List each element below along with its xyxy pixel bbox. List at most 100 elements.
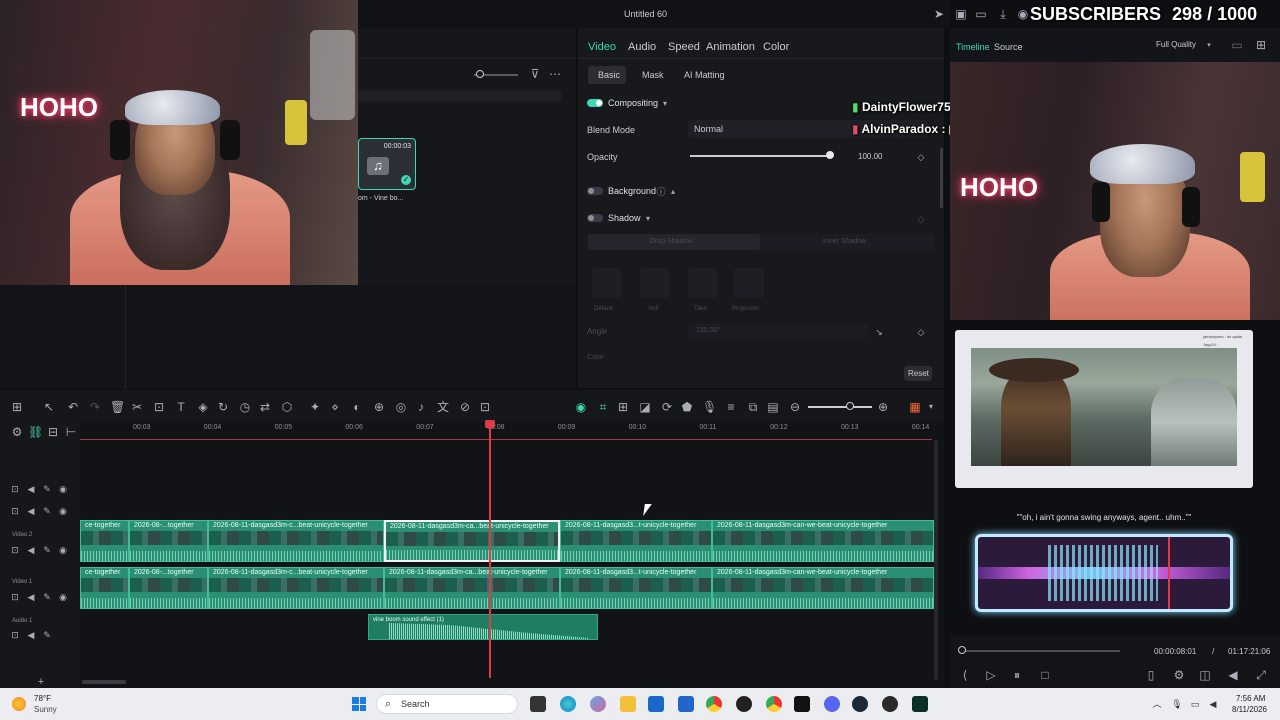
timeline-clip[interactable]: 2026-08-11-dasgasd3m-ca...beat-unicycle-…	[384, 520, 560, 562]
auto-ripple-icon[interactable]: ⟳	[660, 401, 674, 413]
playhead[interactable]	[489, 420, 491, 678]
v1-eye-icon[interactable]: ◉	[56, 591, 70, 603]
v2-lock-icon[interactable]: ⊡	[8, 544, 22, 556]
scene-detect-icon[interactable]: ⊡	[478, 401, 492, 413]
mask-tool-icon[interactable]: ◎	[394, 401, 408, 413]
a1-lock-icon[interactable]: ⊡	[8, 629, 22, 641]
angle-input[interactable]: 135.00°	[688, 324, 868, 338]
tag-icon[interactable]: ◈	[196, 401, 210, 413]
copilot-icon[interactable]	[590, 696, 606, 712]
track-link-icon[interactable]: ✎	[40, 483, 54, 495]
v2-eye-icon[interactable]: ◉	[56, 544, 70, 556]
chrome-icon[interactable]	[706, 696, 722, 712]
track-mute-icon-2[interactable]: ◀	[24, 505, 38, 517]
add-track-icon[interactable]: ⊞	[616, 401, 630, 413]
tab-video[interactable]: Video	[588, 41, 616, 53]
mic-tray-icon[interactable]: 🎙	[1170, 698, 1184, 710]
file-explorer-icon[interactable]	[620, 696, 636, 712]
shadow-keyframe-icon[interactable]: ◇	[914, 213, 928, 225]
timeline-clip[interactable]: 2026-08-11-dasgasd3m-can-we-beat-unicycl…	[712, 520, 934, 562]
track-lock-icon-2[interactable]: ⊡	[8, 505, 22, 517]
opacity-value[interactable]: 100.00	[858, 152, 882, 161]
v1-mute-icon[interactable]: ◀	[24, 591, 38, 603]
timeline-clip[interactable]: 2026-08-11-dasgasd3...t-unicycle-togethe…	[560, 520, 712, 562]
v1-lock-icon[interactable]: ⊡	[8, 591, 22, 603]
tab-audio[interactable]: Audio	[628, 41, 656, 53]
add-icon[interactable]: +	[34, 676, 48, 688]
shadow-chevron-icon[interactable]: ▾	[641, 213, 655, 225]
clock-date[interactable]: 8/11/2026	[1232, 705, 1267, 714]
timeline-zoom-slider[interactable]	[808, 406, 872, 408]
render-icon[interactable]: ⚙	[1172, 669, 1186, 681]
app-icon-1[interactable]	[736, 696, 752, 712]
angle-keyframe-icon[interactable]: ◇	[914, 326, 928, 338]
weather-temp[interactable]: 78°F	[34, 694, 51, 703]
v2-mute-icon[interactable]: ◀	[24, 544, 38, 556]
account-icon[interactable]: ◉	[1016, 8, 1030, 20]
media-clip-thumbnail[interactable]: 00:00:03 ♫ ✓	[358, 138, 416, 190]
a1-mute-icon[interactable]: ◀	[24, 629, 38, 641]
subtab-ai-matting[interactable]: AI Matting	[684, 70, 725, 80]
compositing-toggle[interactable]	[587, 99, 603, 107]
speed-icon[interactable]: ⇄	[258, 401, 272, 413]
marker-icon[interactable]: ▯	[1144, 669, 1158, 681]
ai-tool-icon[interactable]: ✦	[308, 401, 322, 413]
subtab-mask[interactable]: Mask	[642, 70, 664, 80]
task-view-icon[interactable]	[530, 696, 546, 712]
volume-tray-icon[interactable]: ◀	[1206, 698, 1220, 710]
track-eye-icon-2[interactable]: ◉	[56, 505, 70, 517]
track-lock-icon[interactable]: ⊡	[8, 483, 22, 495]
network-icon[interactable]: ▭	[1188, 698, 1202, 710]
background-toggle[interactable]	[587, 187, 603, 195]
obs-icon[interactable]	[882, 696, 898, 712]
edge-icon[interactable]	[560, 696, 576, 712]
filmora-icon[interactable]	[912, 696, 928, 712]
timeline-vertical-scrollbar[interactable]	[934, 440, 938, 680]
zoom-out-icon[interactable]: ⊖	[788, 401, 802, 413]
audio-clip[interactable]: vine boom sound effect (1)	[368, 614, 598, 640]
split-icon[interactable]: ✂	[130, 401, 144, 413]
timeline-more-icon[interactable]: ▾	[924, 401, 938, 413]
rotate-icon[interactable]: ↻	[216, 401, 230, 413]
settings-icon[interactable]: ⚙	[10, 426, 24, 438]
tray-chevron-icon[interactable]: ︿	[1150, 698, 1164, 710]
chevron-down-icon[interactable]: ▾	[658, 98, 672, 110]
timeline-clip[interactable]: 2026-08-...together	[129, 567, 208, 609]
pause-icon[interactable]: ⏸	[1010, 669, 1024, 681]
tab-color[interactable]: Color	[763, 41, 789, 53]
timeline-clip[interactable]: ce-together	[80, 567, 129, 609]
timeline-clip[interactable]: ce-together	[80, 520, 129, 562]
timeline-clip[interactable]: 2026-08-11-dasgasd3m-c...beat-unicycle-t…	[208, 520, 384, 562]
windows-start-icon[interactable]	[352, 697, 366, 711]
snap-icon[interactable]: ⌗	[596, 401, 610, 413]
tab-source[interactable]: Source	[994, 42, 1023, 52]
chrome-icon-2[interactable]	[766, 696, 782, 712]
delete-icon[interactable]: 🗑	[110, 401, 125, 413]
clock-time[interactable]: 7:56 AM	[1236, 694, 1265, 703]
a1-edit-icon[interactable]: ✎	[40, 629, 54, 641]
timeline-clip[interactable]: 2026-08-11-dasgasd3m-can-we-beat-unicycl…	[712, 567, 934, 609]
track-link-icon-2[interactable]: ✎	[40, 505, 54, 517]
tab-timeline[interactable]: Timeline	[956, 42, 990, 52]
send-icon[interactable]: ➤	[932, 8, 946, 20]
terminal-icon[interactable]	[794, 696, 810, 712]
link-icon[interactable]: ⛓	[28, 426, 43, 438]
preset-tiled[interactable]	[688, 268, 718, 298]
snapshot-icon[interactable]: ▭	[1230, 39, 1244, 51]
download-icon[interactable]: ⤓	[996, 8, 1010, 20]
outlook-icon[interactable]	[648, 696, 664, 712]
text-icon[interactable]: T	[174, 401, 188, 413]
v1-edit-icon[interactable]: ✎	[40, 591, 54, 603]
subtitle-icon[interactable]: ▤	[766, 401, 780, 413]
prev-frame-icon[interactable]: ⟨	[958, 669, 972, 681]
keyframe-icon[interactable]: ⋄	[328, 401, 342, 413]
motion-icon[interactable]: ⊘	[458, 401, 472, 413]
shield-icon[interactable]: ⬟	[680, 401, 694, 413]
steam-icon[interactable]	[852, 696, 868, 712]
timeline-clip[interactable]: 2026-08-...together	[129, 520, 208, 562]
fit-icon[interactable]: ⊞	[1254, 39, 1268, 51]
play-icon[interactable]: ▷	[984, 669, 998, 681]
translate-icon[interactable]: 文	[436, 401, 450, 413]
timeline-horizontal-scrollbar[interactable]	[82, 680, 126, 684]
save-icon[interactable]: ▣	[954, 8, 968, 20]
